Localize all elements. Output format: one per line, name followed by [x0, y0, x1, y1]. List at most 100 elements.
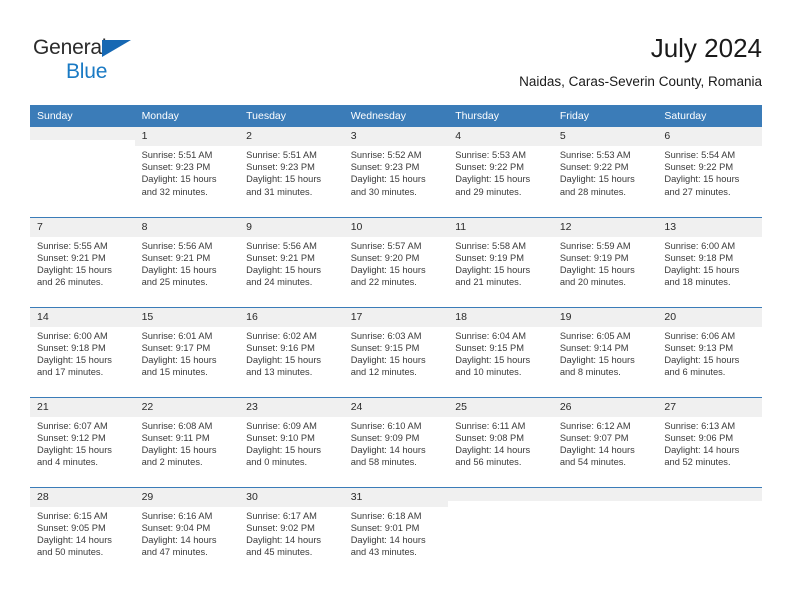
day-cell[interactable]: 5 Sunrise: 5:53 AM Sunset: 9:22 PM Dayli… — [552, 127, 658, 217]
day-details — [448, 501, 553, 504]
logo-top-row: General — [33, 36, 233, 60]
day-number: 25 — [448, 397, 553, 417]
day-cell[interactable]: 21 Sunrise: 6:07 AM Sunset: 9:12 PM Dayl… — [30, 396, 135, 487]
daylight-text-line1: Daylight: 15 hours — [37, 264, 112, 275]
day-cell[interactable]: 31 Sunrise: 6:18 AM Sunset: 9:01 PM Dayl… — [343, 486, 449, 577]
sunset-text: Sunset: 9:21 PM — [37, 252, 106, 263]
day-cell[interactable]: 4 Sunrise: 5:53 AM Sunset: 9:22 PM Dayli… — [448, 127, 553, 217]
day-cell[interactable]: 25 Sunrise: 6:11 AM Sunset: 9:08 PM Dayl… — [448, 396, 553, 487]
sunrise-text: Sunrise: 5:58 AM — [455, 240, 527, 251]
sunrise-text: Sunrise: 6:07 AM — [37, 420, 108, 431]
day-cell[interactable]: 23 Sunrise: 6:09 AM Sunset: 9:10 PM Dayl… — [239, 396, 344, 487]
page-title: July 2024 — [650, 33, 762, 63]
sunrise-text: Sunrise: 5:52 AM — [350, 150, 422, 160]
calendar-body: 1 Sunrise: 5:51 AM Sunset: 9:23 PM Dayli… — [30, 127, 762, 577]
sunrise-text: Sunrise: 6:18 AM — [350, 510, 422, 521]
daylight-text-line2: and 12 minutes. — [350, 367, 417, 378]
daylight-text-line1: Daylight: 15 hours — [664, 174, 740, 185]
sunset-text: Sunset: 9:20 PM — [350, 252, 420, 263]
day-details: Sunrise: 5:55 AM Sunset: 9:21 PM Dayligh… — [30, 237, 135, 289]
sunrise-text: Sunrise: 5:55 AM — [37, 240, 108, 251]
day-number: 31 — [343, 487, 449, 507]
daylight-text-line2: and 22 minutes. — [350, 277, 417, 288]
daylight-text-line1: Daylight: 15 hours — [455, 174, 531, 185]
daylight-text-line2: and 31 minutes. — [246, 186, 313, 197]
day-cell[interactable]: 17 Sunrise: 6:03 AM Sunset: 9:15 PM Dayl… — [343, 306, 449, 397]
daylight-text-line2: and 28 minutes. — [559, 186, 626, 197]
daylight-text-line2: and 29 minutes. — [455, 186, 522, 197]
day-cell[interactable]: 16 Sunrise: 6:02 AM Sunset: 9:16 PM Dayl… — [239, 306, 344, 397]
day-details: Sunrise: 5:58 AM Sunset: 9:19 PM Dayligh… — [448, 237, 553, 289]
sunrise-text: Sunrise: 6:06 AM — [664, 330, 736, 341]
sunset-text: Sunset: 9:23 PM — [246, 162, 315, 173]
day-cell[interactable] — [552, 486, 658, 577]
sunset-text: Sunset: 9:18 PM — [664, 252, 734, 263]
day-details: Sunrise: 5:59 AM Sunset: 9:19 PM Dayligh… — [553, 237, 658, 289]
day-cell[interactable]: 9 Sunrise: 5:56 AM Sunset: 9:21 PM Dayli… — [239, 216, 344, 307]
day-number: 2 — [239, 127, 344, 146]
day-details: Sunrise: 6:03 AM Sunset: 9:15 PM Dayligh… — [344, 327, 449, 379]
weekday-header-thursday: Thursday — [448, 105, 553, 127]
day-number: 15 — [134, 307, 240, 327]
day-cell[interactable]: 7 Sunrise: 5:55 AM Sunset: 9:21 PM Dayli… — [30, 216, 135, 307]
day-cell[interactable] — [657, 486, 762, 577]
calendar-page: General Blue July 2024 Naidas, Caras-Sev… — [0, 0, 792, 612]
day-cell[interactable]: 19 Sunrise: 6:05 AM Sunset: 9:14 PM Dayl… — [552, 306, 658, 397]
day-cell[interactable]: 24 Sunrise: 6:10 AM Sunset: 9:09 PM Dayl… — [343, 396, 449, 487]
day-cell[interactable]: 11 Sunrise: 5:58 AM Sunset: 9:19 PM Dayl… — [448, 216, 553, 307]
day-number: 21 — [30, 397, 135, 417]
sunrise-text: Sunrise: 6:08 AM — [141, 420, 213, 431]
sunset-text: Sunset: 9:13 PM — [664, 342, 734, 353]
daylight-text-line1: Daylight: 15 hours — [37, 354, 112, 365]
sunrise-text: Sunrise: 6:04 AM — [455, 330, 527, 341]
daylight-text-line1: Daylight: 14 hours — [559, 444, 635, 455]
day-cell[interactable]: 30 Sunrise: 6:17 AM Sunset: 9:02 PM Dayl… — [239, 486, 344, 577]
logo-word-general: General — [33, 36, 107, 59]
daylight-text-line1: Daylight: 15 hours — [246, 264, 322, 275]
day-details: Sunrise: 6:10 AM Sunset: 9:09 PM Dayligh… — [344, 417, 449, 469]
day-cell[interactable]: 29 Sunrise: 6:16 AM Sunset: 9:04 PM Dayl… — [134, 486, 240, 577]
daylight-text-line1: Daylight: 15 hours — [350, 264, 426, 275]
day-cell[interactable]: 14 Sunrise: 6:00 AM Sunset: 9:18 PM Dayl… — [30, 306, 135, 397]
daylight-text-line2: and 54 minutes. — [559, 457, 626, 468]
day-cell[interactable]: 28 Sunrise: 6:15 AM Sunset: 9:05 PM Dayl… — [30, 486, 135, 577]
day-cell[interactable]: 20 Sunrise: 6:06 AM Sunset: 9:13 PM Dayl… — [657, 306, 762, 397]
sunset-text: Sunset: 9:22 PM — [559, 162, 629, 173]
daylight-text-line2: and 10 minutes. — [455, 367, 522, 378]
day-cell[interactable]: 26 Sunrise: 6:12 AM Sunset: 9:07 PM Dayl… — [552, 396, 658, 487]
day-details: Sunrise: 5:57 AM Sunset: 9:20 PM Dayligh… — [344, 237, 449, 289]
day-number: 14 — [30, 307, 135, 327]
sunset-text: Sunset: 9:16 PM — [246, 342, 315, 353]
day-cell[interactable]: 3 Sunrise: 5:52 AM Sunset: 9:23 PM Dayli… — [343, 127, 449, 217]
sunset-text: Sunset: 9:07 PM — [559, 432, 629, 443]
day-cell[interactable]: 27 Sunrise: 6:13 AM Sunset: 9:06 PM Dayl… — [657, 396, 762, 487]
day-cell[interactable]: 2 Sunrise: 5:51 AM Sunset: 9:23 PM Dayli… — [239, 127, 344, 217]
sunset-text: Sunset: 9:02 PM — [246, 522, 315, 533]
day-cell[interactable]: 13 Sunrise: 6:00 AM Sunset: 9:18 PM Dayl… — [657, 216, 762, 307]
sunrise-text: Sunrise: 6:12 AM — [559, 420, 631, 431]
daylight-text-line2: and 50 minutes. — [37, 547, 104, 558]
day-number — [30, 127, 135, 140]
day-number: 29 — [134, 487, 240, 507]
day-cell[interactable]: 1 Sunrise: 5:51 AM Sunset: 9:23 PM Dayli… — [134, 127, 240, 217]
day-cell[interactable]: 12 Sunrise: 5:59 AM Sunset: 9:19 PM Dayl… — [552, 216, 658, 307]
day-cell[interactable] — [30, 127, 135, 217]
sunrise-text: Sunrise: 6:17 AM — [246, 510, 317, 521]
day-cell[interactable]: 8 Sunrise: 5:56 AM Sunset: 9:21 PM Dayli… — [134, 216, 240, 307]
day-cell[interactable]: 10 Sunrise: 5:57 AM Sunset: 9:20 PM Dayl… — [343, 216, 449, 307]
daylight-text-line1: Daylight: 15 hours — [559, 174, 635, 185]
day-details: Sunrise: 5:53 AM Sunset: 9:22 PM Dayligh… — [553, 146, 658, 198]
weekday-header-monday: Monday — [134, 105, 240, 127]
day-cell[interactable]: 18 Sunrise: 6:04 AM Sunset: 9:15 PM Dayl… — [448, 306, 553, 397]
day-number: 30 — [239, 487, 344, 507]
day-details: Sunrise: 5:56 AM Sunset: 9:21 PM Dayligh… — [239, 237, 344, 289]
calendar-week-row: 7 Sunrise: 5:55 AM Sunset: 9:21 PM Dayli… — [30, 216, 762, 307]
title-block: July 2024 Naidas, Caras-Severin County, … — [519, 32, 762, 90]
day-cell[interactable]: 6 Sunrise: 5:54 AM Sunset: 9:22 PM Dayli… — [657, 127, 762, 217]
sunset-text: Sunset: 9:22 PM — [455, 162, 524, 173]
day-cell[interactable]: 15 Sunrise: 6:01 AM Sunset: 9:17 PM Dayl… — [134, 306, 240, 397]
sunrise-text: Sunrise: 5:51 AM — [141, 150, 213, 160]
day-cell[interactable]: 22 Sunrise: 6:08 AM Sunset: 9:11 PM Dayl… — [134, 396, 240, 487]
day-cell[interactable] — [448, 486, 553, 577]
day-number: 20 — [657, 307, 762, 327]
